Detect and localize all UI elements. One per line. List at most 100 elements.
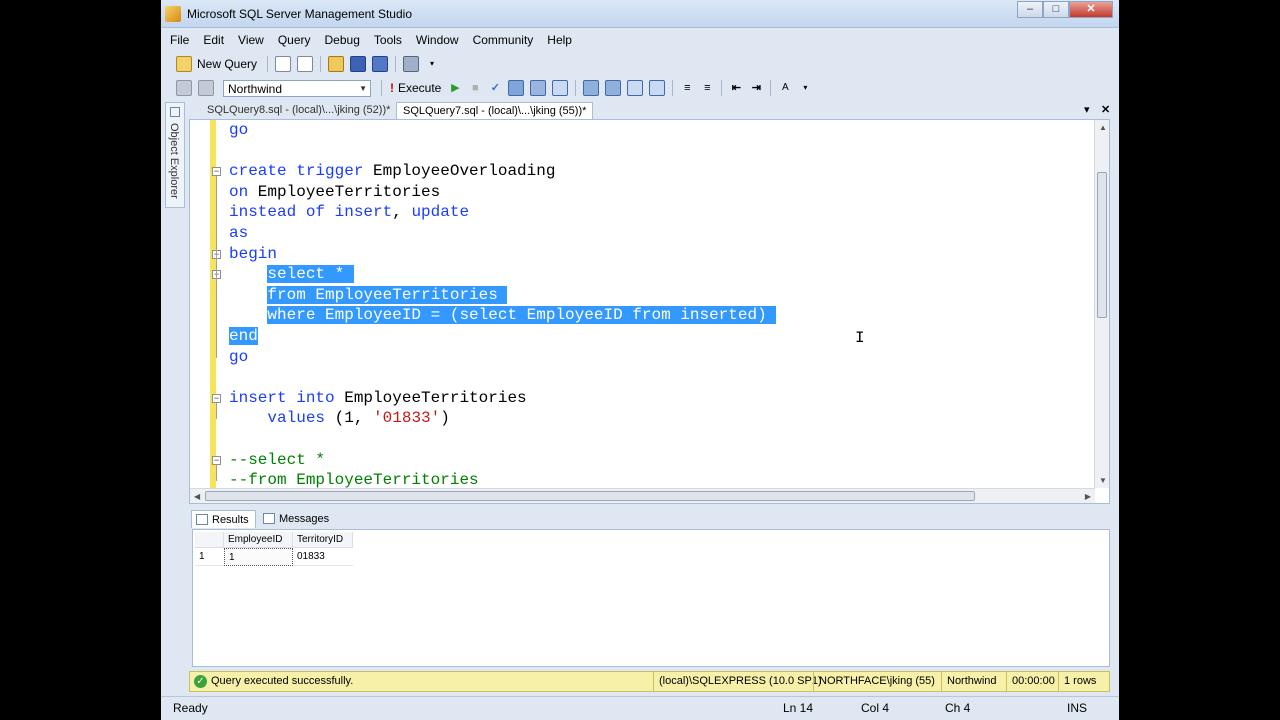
code-line[interactable]: on EmployeeTerritories: [229, 182, 440, 203]
code-line[interactable]: end: [229, 326, 258, 347]
code-token: go: [229, 347, 249, 366]
char-indicator: Ch 4: [945, 701, 971, 715]
menu-window[interactable]: Window: [416, 33, 459, 47]
toolbar-separator: [770, 80, 772, 96]
specify-values-icon[interactable]: [605, 80, 622, 96]
menu-tools[interactable]: Tools: [374, 33, 402, 47]
new-file-icon[interactable]: [275, 56, 292, 72]
horizontal-scrollbar[interactable]: ◀ ▶: [190, 488, 1095, 503]
code-line[interactable]: go: [229, 120, 248, 141]
tab-sqlquery7[interactable]: SQLQuery7.sql - (local)\...\jking (55))*: [396, 102, 594, 120]
open-folder-icon[interactable]: [328, 56, 345, 72]
close-tab-icon[interactable]: ✕: [1101, 102, 1110, 119]
debug-play-icon[interactable]: ▶: [448, 81, 462, 95]
scroll-up-icon[interactable]: ▲: [1099, 123, 1107, 132]
status-user: NORTHFACE\jking (55): [813, 672, 935, 691]
text-cursor-icon: I: [855, 329, 865, 347]
new-query-button[interactable]: New Query: [197, 57, 257, 71]
new-query-icon[interactable]: [176, 56, 192, 72]
save-all-icon[interactable]: [372, 56, 389, 72]
code-token: EmployeeOverloading: [363, 162, 556, 181]
menu-community[interactable]: Community: [473, 33, 534, 47]
code-line[interactable]: insert into EmployeeTerritories: [229, 388, 527, 409]
close-button[interactable]: ✕: [1069, 1, 1113, 18]
tab-results[interactable]: Results: [191, 510, 256, 528]
code-token: EmployeeTerritories: [248, 182, 441, 201]
code-line[interactable]: where EmployeeID = (select EmployeeID fr…: [229, 305, 777, 326]
vertical-scrollbar[interactable]: ▲ ▼: [1094, 120, 1109, 488]
code-line[interactable]: begin: [229, 244, 277, 265]
code-area[interactable]: go create trigger EmployeeOverloading on E…: [190, 120, 1095, 489]
minimize-button[interactable]: –: [1017, 1, 1043, 18]
query-status-bar: ✓ Query executed successfully. (local)\S…: [189, 671, 1110, 692]
object-explorer-label[interactable]: Object Explorer: [168, 123, 180, 199]
grid-cell[interactable]: 1: [224, 548, 293, 566]
horizontal-scroll-thumb[interactable]: [205, 491, 975, 501]
new-project-icon[interactable]: [297, 56, 314, 72]
code-token: update: [411, 203, 470, 222]
object-explorer-collapsed-panel[interactable]: Object Explorer: [165, 102, 185, 208]
toolbar-overflow-icon[interactable]: ▾: [798, 81, 812, 95]
row-header-corner[interactable]: [195, 532, 224, 548]
tab-messages[interactable]: Messages: [259, 510, 335, 528]
maximize-button[interactable]: □: [1043, 1, 1069, 18]
query-editor[interactable]: go create trigger EmployeeOverloading on E…: [189, 119, 1110, 504]
grid-cell[interactable]: 01833: [293, 548, 353, 566]
code-line[interactable]: from EmployeeTerritories: [229, 285, 508, 306]
execute-button[interactable]: ! Execute: [390, 81, 441, 95]
activity-monitor-icon[interactable]: [403, 56, 420, 72]
font-size-icon[interactable]: A: [778, 81, 792, 95]
code-line[interactable]: select *: [229, 264, 354, 285]
code-line[interactable]: instead of insert, update: [229, 202, 469, 223]
ready-text: Ready: [173, 701, 208, 715]
fold-toggle-icon[interactable]: −: [212, 393, 221, 403]
standard-toolbar: New Query ▾: [161, 52, 1119, 76]
code-line[interactable]: as: [229, 223, 248, 244]
column-header[interactable]: TerritoryID: [293, 532, 353, 548]
code-line[interactable]: values (1, '01833'): [229, 408, 449, 429]
database-selector[interactable]: Northwind ▼: [223, 79, 371, 97]
menu-help[interactable]: Help: [547, 33, 572, 47]
pin-icon[interactable]: [170, 107, 180, 117]
code-line[interactable]: create trigger EmployeeOverloading: [229, 161, 555, 182]
column-header[interactable]: EmployeeID: [224, 532, 293, 548]
toolbar-overflow-icon[interactable]: ▾: [425, 57, 439, 71]
ssms-app-icon: [165, 6, 181, 22]
client-statistics-icon[interactable]: [649, 80, 666, 96]
fold-toggle-icon[interactable]: −: [212, 167, 221, 177]
menu-file[interactable]: File: [170, 33, 189, 47]
window-controls: – □ ✕: [1017, 1, 1113, 19]
tab-sqlquery8[interactable]: SQLQuery8.sql - (local)\...\jking (52))*: [201, 102, 396, 119]
scroll-down-icon[interactable]: ▼: [1099, 476, 1107, 485]
code-line[interactable]: --select *: [229, 450, 325, 471]
scroll-left-icon[interactable]: ◀: [194, 492, 200, 501]
fold-toggle-icon[interactable]: −: [212, 455, 221, 465]
menu-edit[interactable]: Edit: [203, 33, 224, 47]
execution-plan-icon[interactable]: [530, 80, 547, 96]
menu-view[interactable]: View: [238, 33, 264, 47]
query-designer-icon[interactable]: [583, 80, 600, 96]
code-line[interactable]: go: [229, 347, 248, 368]
row-number[interactable]: 1: [195, 548, 224, 566]
include-plan-icon[interactable]: [627, 80, 644, 96]
increase-indent-icon[interactable]: ⇥: [749, 81, 763, 95]
change-connection-icon[interactable]: [198, 80, 214, 96]
vertical-scroll-thumb[interactable]: [1097, 172, 1107, 318]
tab-list-dropdown-icon[interactable]: ▾: [1084, 102, 1090, 119]
menu-debug[interactable]: Debug: [325, 33, 360, 47]
query-options-icon[interactable]: [508, 80, 525, 96]
uncomment-lines-icon[interactable]: ≡: [700, 81, 714, 95]
status-rows: 1 rows: [1058, 672, 1096, 691]
comment-lines-icon[interactable]: ≡: [680, 81, 694, 95]
decrease-indent-icon[interactable]: ⇤: [729, 81, 743, 95]
save-icon[interactable]: [350, 56, 367, 72]
results-to-grid-icon[interactable]: [552, 80, 569, 96]
menu-query[interactable]: Query: [278, 33, 311, 47]
scroll-right-icon[interactable]: ▶: [1085, 492, 1091, 501]
cancel-query-icon[interactable]: ■: [468, 81, 482, 95]
messages-icon: [263, 513, 275, 524]
parse-checkmark-icon[interactable]: ✓: [488, 81, 502, 95]
connect-icon[interactable]: [176, 80, 192, 96]
document-tabs: SQLQuery8.sql - (local)\...\jking (52))*…: [189, 102, 1113, 120]
code-token: values: [267, 409, 326, 428]
